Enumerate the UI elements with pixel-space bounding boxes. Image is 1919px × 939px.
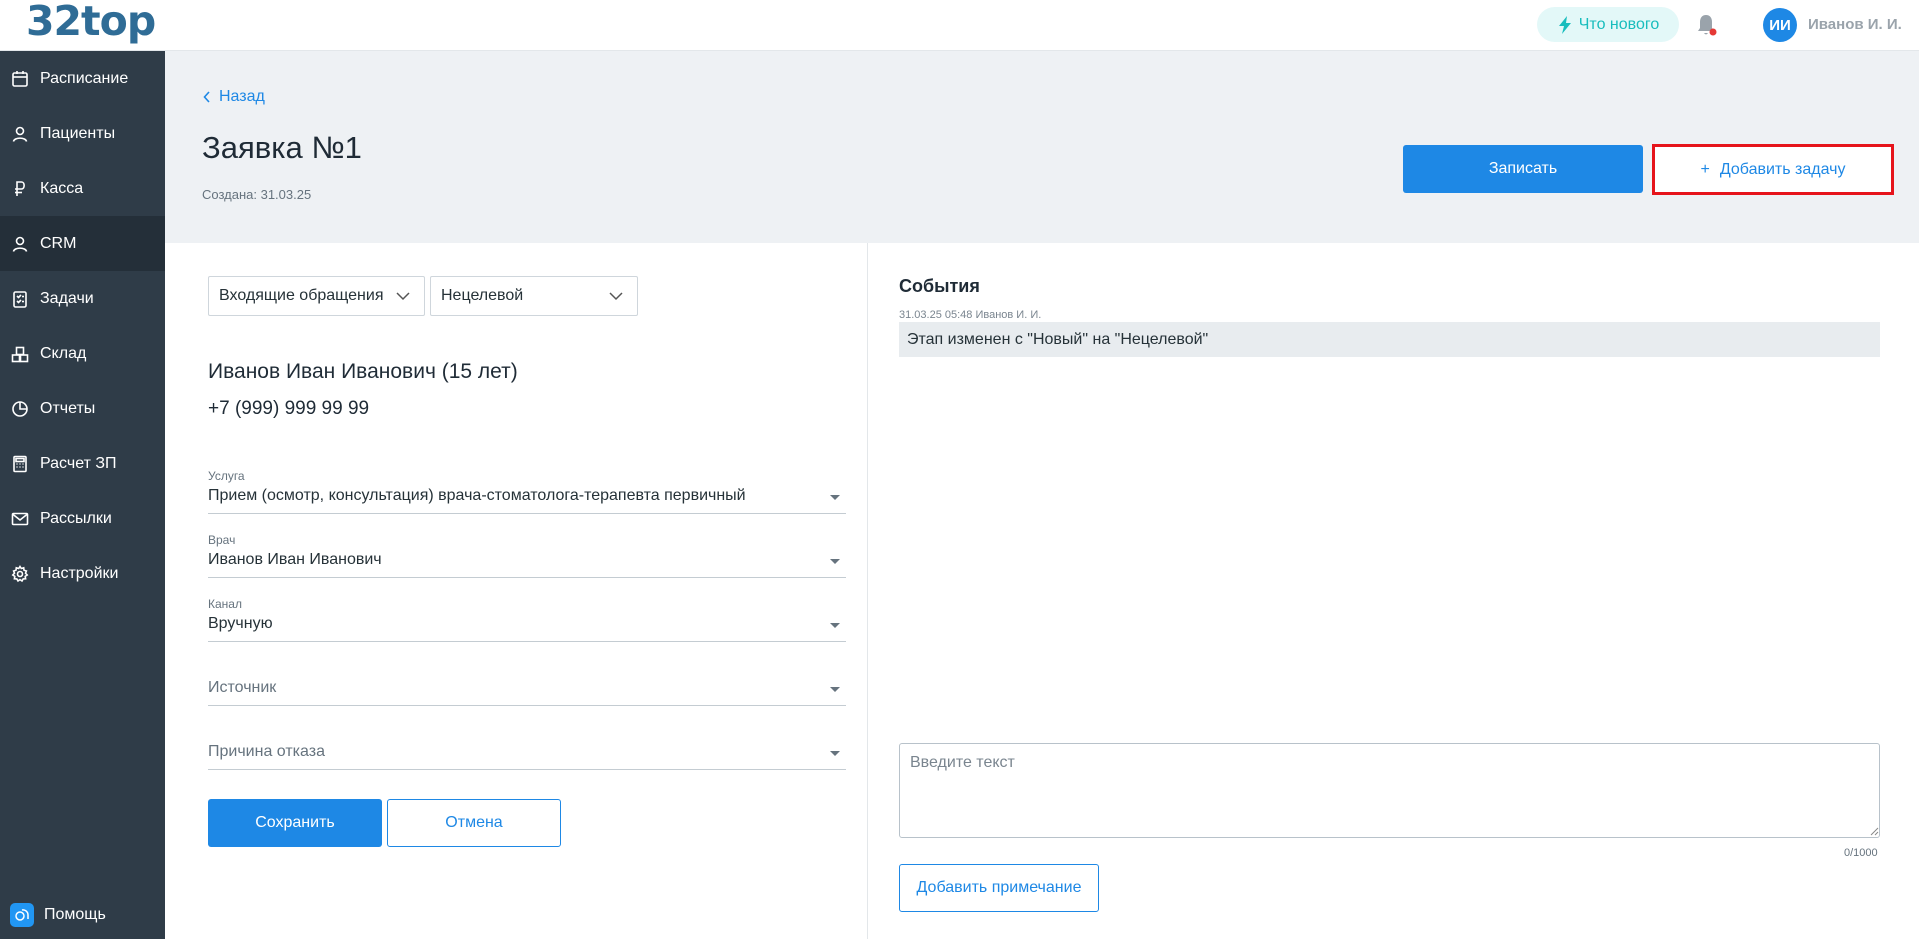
service-field[interactable]: Услуга Прием (осмотр, консультация) врач… xyxy=(208,466,846,514)
resize-handle-icon[interactable] xyxy=(1870,827,1879,836)
doctor-value: Иванов Иван Иванович xyxy=(208,551,382,568)
help-chat-icon xyxy=(10,903,34,927)
sidebar-item-settings[interactable]: Настройки xyxy=(0,546,165,601)
help-label: Помощь xyxy=(44,906,106,923)
sidebar-item-label: Касса xyxy=(40,179,84,197)
whats-new-label: Что нового xyxy=(1578,15,1660,33)
sidebar-item-label: Задачи xyxy=(40,289,94,307)
top-bar: 32top Что нового ИИ Иванов И. И. xyxy=(0,0,1919,51)
sidebar-item-label: Расчет ЗП xyxy=(40,454,117,472)
cancel-button[interactable]: Отмена xyxy=(387,799,561,847)
add-task-label: Добавить задачу xyxy=(1719,160,1846,178)
reject-reason-field[interactable]: Причина отказа xyxy=(208,722,846,770)
save-button[interactable]: Сохранить xyxy=(208,799,382,847)
channel-value: Вручную xyxy=(208,615,273,632)
patient-name: Иванов Иван Иванович (15 лет) xyxy=(208,360,518,383)
app-logo[interactable]: 32top xyxy=(26,0,156,45)
pie-chart-icon xyxy=(10,399,30,419)
events-title: События xyxy=(899,276,980,296)
sidebar-item-label: Настройки xyxy=(40,564,119,582)
reject-reason-placeholder: Причина отказа xyxy=(208,743,325,760)
user-icon xyxy=(10,124,30,144)
sidebar-item-cashbox[interactable]: Касса xyxy=(0,161,165,216)
sidebar-item-mailings[interactable]: Рассылки xyxy=(0,491,165,546)
sidebar-item-label: Отчеты xyxy=(40,399,96,417)
user-icon xyxy=(10,234,30,254)
pipeline-select[interactable]: Входящие обращения xyxy=(208,276,425,316)
chevron-down-icon xyxy=(396,292,410,301)
doctor-field[interactable]: Врач Иванов Иван Иванович xyxy=(208,530,846,578)
source-placeholder: Источник xyxy=(208,679,277,696)
calculator-icon xyxy=(10,454,30,474)
caret-down-icon xyxy=(830,623,840,628)
caret-down-icon xyxy=(830,687,840,692)
caret-down-icon xyxy=(830,559,840,564)
calendar-icon xyxy=(10,69,30,89)
gear-icon xyxy=(10,564,30,584)
back-link[interactable]: Назад xyxy=(203,88,265,106)
stage-select-value: Нецелевой xyxy=(441,287,524,304)
note-textarea[interactable] xyxy=(899,743,1880,838)
add-note-button[interactable]: Добавить примечание xyxy=(899,864,1099,912)
page-title: Заявка №1 xyxy=(202,130,362,165)
book-appointment-button[interactable]: Записать xyxy=(1403,145,1643,193)
channel-field[interactable]: Канал Вручную xyxy=(208,594,846,642)
caret-down-icon xyxy=(830,751,840,756)
caret-down-icon xyxy=(830,495,840,500)
back-label: Назад xyxy=(219,88,265,105)
sidebar: Расписание Пациенты Касса CRM Задачи Скл… xyxy=(0,51,165,939)
channel-label: Канал xyxy=(208,597,242,611)
user-name[interactable]: Иванов И. И. xyxy=(1808,16,1902,33)
sidebar-item-label: CRM xyxy=(40,234,77,252)
doctor-label: Врач xyxy=(208,533,236,547)
notifications-bell-icon[interactable] xyxy=(1696,13,1718,37)
sidebar-item-warehouse[interactable]: Склад xyxy=(0,326,165,381)
source-field[interactable]: Источник xyxy=(208,658,846,706)
pipeline-select-value: Входящие обращения xyxy=(219,287,384,304)
sidebar-item-crm[interactable]: CRM xyxy=(0,216,165,271)
sidebar-item-label: Пациенты xyxy=(40,124,116,142)
mail-icon xyxy=(10,509,30,529)
patient-phone: +7 (999) 999 99 99 xyxy=(208,398,370,419)
sidebar-item-label: Склад xyxy=(40,344,87,362)
service-value: Прием (осмотр, консультация) врача-стома… xyxy=(208,487,746,504)
column-divider xyxy=(867,243,868,939)
help-link[interactable]: Помощь xyxy=(10,903,106,927)
char-counter: 0/1000 xyxy=(1844,847,1878,859)
whats-new-button[interactable]: Что нового xyxy=(1537,7,1679,42)
sidebar-item-reports[interactable]: Отчеты xyxy=(0,381,165,436)
sidebar-item-salary[interactable]: Расчет ЗП xyxy=(0,436,165,491)
created-date: Создана: 31.03.25 xyxy=(202,187,312,202)
add-task-button[interactable]: + Добавить задачу xyxy=(1652,144,1894,195)
event-meta: 31.03.25 05:48 Иванов И. И. xyxy=(899,309,1042,321)
sidebar-item-schedule[interactable]: Расписание xyxy=(0,51,165,106)
chevron-left-icon xyxy=(203,91,210,103)
sidebar-item-label: Рассылки xyxy=(40,509,112,527)
sidebar-item-patients[interactable]: Пациенты xyxy=(0,106,165,161)
user-avatar[interactable]: ИИ xyxy=(1763,8,1797,42)
event-text: Этап изменен с "Новый" на "Нецелевой" xyxy=(899,322,1880,357)
sidebar-item-tasks[interactable]: Задачи xyxy=(0,271,165,326)
chevron-down-icon xyxy=(609,292,623,301)
sidebar-item-label: Расписание xyxy=(40,69,129,87)
boxes-icon xyxy=(10,344,30,364)
lightning-icon xyxy=(1558,15,1571,34)
service-label: Услуга xyxy=(208,469,245,483)
checklist-icon xyxy=(10,289,30,309)
ruble-icon xyxy=(10,179,30,199)
plus-icon: + xyxy=(1700,160,1710,178)
stage-select[interactable]: Нецелевой xyxy=(430,276,638,316)
